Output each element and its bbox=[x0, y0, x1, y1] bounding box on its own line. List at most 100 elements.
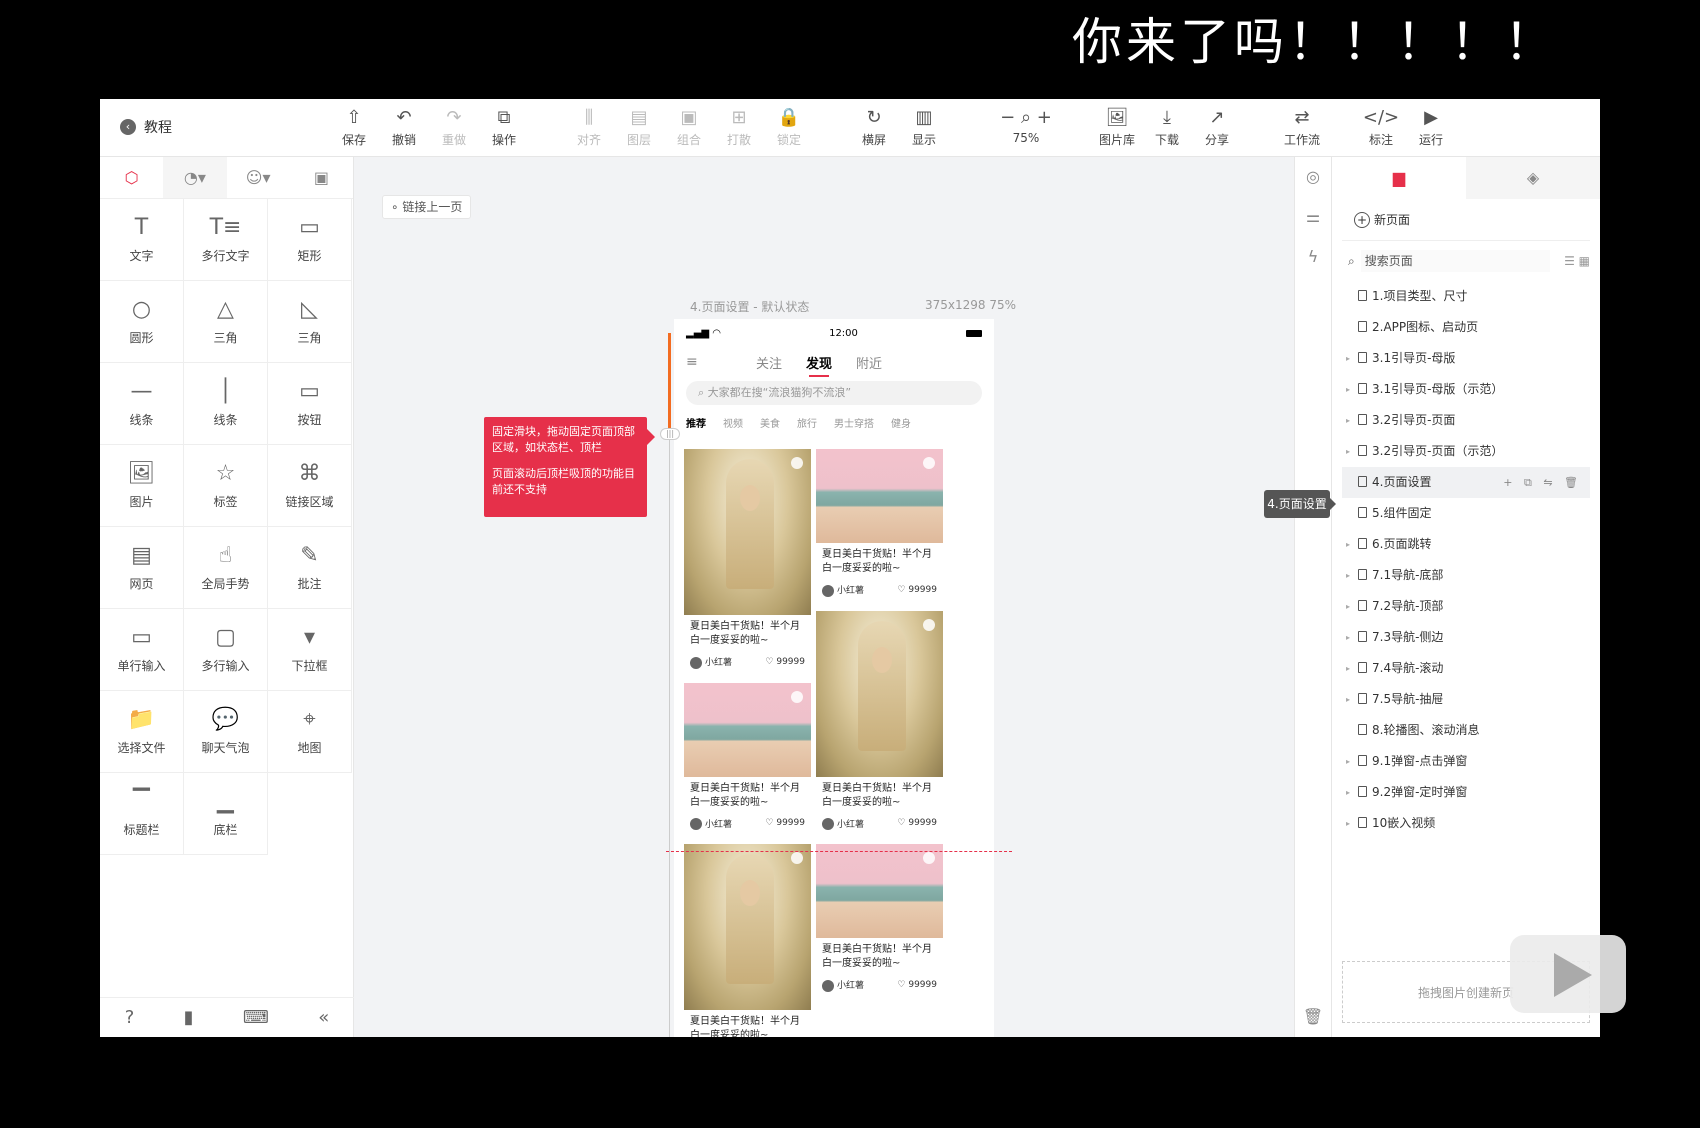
page-list-item[interactable]: ▸ 7.4导航-滚动 bbox=[1342, 653, 1590, 684]
feed-card[interactable]: 夏日美白干货贴！半个月白一度妥妥的啦~小红薯♡ 99999 bbox=[684, 682, 811, 836]
component-item[interactable]: ▁ 底栏 bbox=[184, 773, 268, 855]
card-likes[interactable]: ♡ 99999 bbox=[897, 818, 937, 828]
feed-search[interactable]: ⌕ 大家都在搜“流浪猫狗不流浪” bbox=[686, 381, 982, 405]
feed-tab[interactable]: 附近 bbox=[856, 353, 882, 372]
feed-card[interactable]: 夏日美白干货贴！半个月白一度妥妥的啦~小红薯♡ 99999 bbox=[816, 449, 943, 603]
page-list-item[interactable]: ▸ 3.2引导页-页面（示范） bbox=[1342, 436, 1590, 467]
page-search[interactable]: ⌕ 搜索页面 ☰ ▦ bbox=[1342, 249, 1590, 273]
sliders-icon[interactable]: ⚌ bbox=[1295, 197, 1331, 237]
target-icon[interactable]: ◎ bbox=[1295, 157, 1331, 197]
feed-tab[interactable]: 发现 bbox=[806, 353, 832, 377]
tab-icons[interactable]: ☺▾ bbox=[227, 157, 290, 198]
prev-page-link[interactable]: ∘ 链接上一页 bbox=[382, 195, 472, 219]
tab-ios-components[interactable]: ◔▾ bbox=[163, 157, 227, 198]
video-play-icon[interactable] bbox=[1510, 935, 1626, 1013]
page-list-item[interactable]: ▸ 9.2弹窗-定时弹窗 bbox=[1342, 777, 1590, 808]
toolbar-copy-button[interactable]: ⧉ 操作 bbox=[482, 107, 526, 148]
component-item[interactable]: ▾ 下拉框 bbox=[268, 609, 352, 691]
toolbar-image-library-button[interactable]: 🖼 图片库 bbox=[1095, 107, 1139, 148]
expand-arrow-icon[interactable]: ▸ bbox=[1346, 684, 1350, 715]
component-item[interactable]: ⌘ 链接区域 bbox=[268, 445, 352, 527]
lightning-icon[interactable]: ϟ bbox=[1295, 237, 1331, 277]
design-canvas[interactable]: ∘ 链接上一页 4.页面设置 - 默认状态 375x1298 75% ▂▄▆ ◠… bbox=[354, 157, 1294, 1037]
card-likes[interactable]: ♡ 99999 bbox=[897, 585, 937, 595]
tab-pages[interactable]: ▆ bbox=[1332, 157, 1466, 199]
trash-icon[interactable]: 🗑 bbox=[1295, 997, 1331, 1037]
component-item[interactable]: ▢ 多行输入 bbox=[184, 609, 268, 691]
component-item[interactable]: ◺ 三角 bbox=[268, 281, 352, 363]
toolbar-group-button[interactable]: ▣ 组合 bbox=[667, 107, 711, 148]
collapse-icon[interactable]: « bbox=[318, 1007, 329, 1028]
toolbar-zoom-button[interactable]: − ⌕ + 75% bbox=[991, 107, 1061, 145]
toolbar-align-button[interactable]: ⫼ 对齐 bbox=[567, 107, 611, 148]
page-list-item[interactable]: ▸ 6.页面跳转 bbox=[1342, 529, 1590, 560]
tab-layers[interactable]: ◈ bbox=[1466, 157, 1600, 199]
expand-arrow-icon[interactable]: ▸ bbox=[1346, 343, 1350, 374]
page-actions-icon[interactable]: + ⧉ ⇋ 🗑 bbox=[1503, 467, 1582, 498]
toolbar-download-button[interactable]: ⤓ 下载 bbox=[1145, 107, 1189, 148]
page-list-item[interactable]: 2.APP图标、启动页 bbox=[1342, 312, 1590, 343]
feed-card[interactable]: 夏日美白干货贴！半个月白一度妥妥的啦~小红薯♡ 99999 bbox=[816, 844, 943, 998]
toolbar-play-button[interactable]: ▶ 运行 bbox=[1409, 107, 1453, 148]
page-list-item[interactable]: ▸ 7.1导航-底部 bbox=[1342, 560, 1590, 591]
expand-arrow-icon[interactable]: ▸ bbox=[1346, 560, 1350, 591]
component-item[interactable]: ▭ 单行输入 bbox=[100, 609, 184, 691]
page-list-item[interactable]: ▸ 10嵌入视频 bbox=[1342, 808, 1590, 839]
expand-arrow-icon[interactable]: ▸ bbox=[1346, 436, 1350, 467]
toolbar-code-button[interactable]: </> 标注 bbox=[1359, 107, 1403, 148]
expand-arrow-icon[interactable]: ▸ bbox=[1346, 405, 1350, 436]
card-likes[interactable]: ♡ 99999 bbox=[765, 818, 805, 828]
page-list-item[interactable]: ▸ 3.1引导页-母版（示范） bbox=[1342, 374, 1590, 405]
page-list-item[interactable]: ▸ 7.5导航-抽屉 bbox=[1342, 684, 1590, 715]
toolbar-cloud-upload-button[interactable]: ⇧ 保存 bbox=[332, 107, 376, 148]
component-item[interactable]: T≡ 多行文字 bbox=[184, 199, 268, 281]
feed-card[interactable]: 夏日美白干货贴！半个月白一度妥妥的啦~小红薯♡ 99999 bbox=[684, 844, 811, 1037]
expand-arrow-icon[interactable]: ▸ bbox=[1346, 591, 1350, 622]
fixed-slider-handle[interactable]: ||| bbox=[660, 428, 680, 440]
component-item[interactable]: ⌖ 地图 bbox=[268, 691, 352, 773]
page-list-item[interactable]: 5.组件固定 bbox=[1342, 498, 1590, 529]
component-item[interactable]: T 文字 bbox=[100, 199, 184, 281]
toolbar-share-button[interactable]: ↗ 分享 bbox=[1195, 107, 1239, 148]
component-item[interactable]: 💬 聊天气泡 bbox=[184, 691, 268, 773]
expand-arrow-icon[interactable]: ▸ bbox=[1346, 622, 1350, 653]
page-list-item[interactable]: 4.页面设置 + ⧉ ⇋ 🗑 bbox=[1342, 467, 1590, 498]
component-item[interactable]: │ 线条 bbox=[184, 363, 268, 445]
category-tab[interactable]: 健身 bbox=[891, 415, 911, 435]
new-page-button[interactable]: + 新页面 bbox=[1342, 199, 1590, 241]
toolbar-layer-button[interactable]: ▤ 图层 bbox=[617, 107, 661, 148]
component-item[interactable]: ▤ 网页 bbox=[100, 527, 184, 609]
toolbar-workflow-button[interactable]: ⇄ 工作流 bbox=[1280, 107, 1324, 148]
component-item[interactable]: ▭ 按钮 bbox=[268, 363, 352, 445]
page-search-input[interactable]: 搜索页面 bbox=[1360, 250, 1550, 272]
toolbar-ungroup-button[interactable]: ⊞ 打散 bbox=[717, 107, 761, 148]
help-icon[interactable]: ? bbox=[125, 1007, 135, 1028]
category-tab[interactable]: 旅行 bbox=[797, 415, 817, 435]
book-icon[interactable]: ▮ bbox=[184, 1007, 194, 1028]
back-button[interactable]: ‹ 教程 bbox=[120, 117, 172, 137]
component-item[interactable]: ✎ 批注 bbox=[268, 527, 352, 609]
page-list-item[interactable]: ▸ 7.3导航-侧边 bbox=[1342, 622, 1590, 653]
toolbar-rotate-button[interactable]: ↻ 横屏 bbox=[852, 107, 896, 148]
page-list-item[interactable]: ▸ 9.1弹窗-点击弹窗 bbox=[1342, 746, 1590, 777]
component-item[interactable]: ▔ 标题栏 bbox=[100, 773, 184, 855]
page-list-item[interactable]: ▸ 3.1引导页-母版 bbox=[1342, 343, 1590, 374]
component-item[interactable]: — 线条 bbox=[100, 363, 184, 445]
expand-arrow-icon[interactable]: ▸ bbox=[1346, 777, 1350, 808]
feed-card[interactable]: 夏日美白干货贴！半个月白一度妥妥的啦~小红薯♡ 99999 bbox=[816, 610, 943, 836]
phone-frame[interactable]: ▂▄▆ ◠ 12:00 ≡ 关注 发现 附近 ⌕ 大家都在搜“流浪猫狗不流浪” 推荐… bbox=[674, 319, 994, 1037]
page-list-item[interactable]: 1.项目类型、尺寸 bbox=[1342, 281, 1590, 312]
component-item[interactable]: ○ 圆形 bbox=[100, 281, 184, 363]
card-likes[interactable]: ♡ 99999 bbox=[765, 657, 805, 667]
category-tab[interactable]: 美食 bbox=[760, 415, 780, 435]
list-view-icon[interactable]: ☰ ▦ bbox=[1550, 254, 1590, 268]
tab-basic-components[interactable]: ⬡ bbox=[100, 157, 164, 198]
expand-arrow-icon[interactable]: ▸ bbox=[1346, 653, 1350, 684]
page-list-item[interactable]: ▸ 7.2导航-顶部 bbox=[1342, 591, 1590, 622]
component-item[interactable]: ☆ 标签 bbox=[184, 445, 268, 527]
component-item[interactable]: △ 三角 bbox=[184, 281, 268, 363]
component-item[interactable]: 📁 选择文件 bbox=[100, 691, 184, 773]
toolbar-display-button[interactable]: ▥ 显示 bbox=[902, 107, 946, 148]
expand-arrow-icon[interactable]: ▸ bbox=[1346, 529, 1350, 560]
page-list-item[interactable]: ▸ 3.2引导页-页面 bbox=[1342, 405, 1590, 436]
